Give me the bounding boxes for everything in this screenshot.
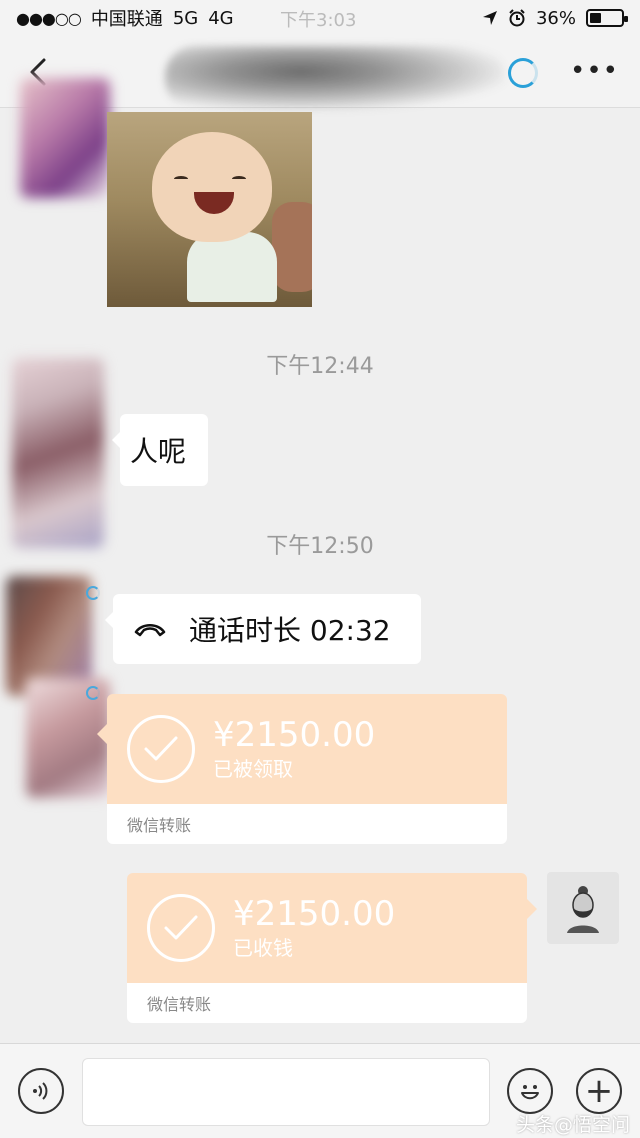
transfer-info: ¥2150.00 已收钱 [233,894,395,962]
sticker-face [152,132,272,242]
plus-icon: + [584,1071,614,1111]
voice-input-button[interactable] [18,1068,64,1114]
timestamp: 下午12:50 [266,534,374,559]
alarm-icon [509,9,525,27]
transfer-info: ¥2150.00 已被领取 [213,715,375,783]
transfer-card-header: ¥2150.00 已收钱 [127,873,537,983]
more-button[interactable]: ••• [570,56,618,86]
location-icon [482,11,497,25]
watermark: 头条@悟空问答 [516,1114,631,1136]
network-4g: 4G [208,7,234,29]
check-icon [127,715,195,783]
chat-area[interactable]: 下午12:44 人呢 下午12:50 通话时长 02:32 ¥2150.00 已… [0,78,640,1043]
contact-avatar[interactable] [12,358,104,548]
emoji-button[interactable] [507,1068,553,1114]
voice-call-bubble[interactable]: 通话时长 02:32 [105,594,421,664]
transfer-amount: ¥2150.00 [233,894,396,934]
signal-strength: ●●●○○ [16,8,82,28]
status-time: 下午3:03 [280,10,357,31]
status-dot-icon [86,686,100,700]
transfer-amount: ¥2150.00 [213,715,376,755]
loading-spinner-icon [508,58,538,88]
call-duration-text: 通话时长 02:32 [189,614,391,647]
sticker-eye-right [232,176,246,182]
chat-screen: ●●●○○ 中国联通 5G 4G 下午3:03 36% ••• 下午12:44 … [0,0,640,1138]
man-portrait-icon [567,886,599,933]
transfer-card-header: ¥2150.00 已被领取 [107,694,507,804]
transfer-label: 微信转账 [107,804,507,844]
transfer-status: 已被领取 [213,757,293,781]
transfer-card-received[interactable]: ¥2150.00 已被领取 微信转账 [97,694,507,844]
status-bar: ●●●○○ 中国联通 5G 4G 下午3:03 36% [0,0,640,36]
battery-percent: 36% [535,7,576,29]
self-avatar[interactable] [547,872,619,944]
chat-title-obscured [165,46,505,110]
battery-fill [590,13,601,23]
message-input[interactable] [82,1058,490,1126]
status-dot-icon [86,586,100,600]
message-bubble[interactable]: 人呢 [111,414,209,486]
carrier-name: 中国联通 [90,9,163,30]
check-icon [147,894,215,962]
add-button[interactable]: + [576,1068,622,1114]
status-right: 36% [482,7,628,29]
contact-avatar[interactable] [20,78,110,198]
sticker-mouth [194,192,234,214]
sticker-body [187,232,277,302]
battery-icon [586,9,628,27]
transfer-card-sent[interactable]: ¥2150.00 已收钱 微信转账 [127,873,537,1023]
phone-hangup-icon [133,619,167,639]
sticker-bag [272,202,312,292]
transfer-label: 微信转账 [127,983,527,1023]
sticker-image[interactable] [107,112,312,307]
voice-icon [33,1082,48,1100]
message-text: 人呢 [130,435,187,468]
transfer-status: 已收钱 [233,936,293,960]
smiley-icon [521,1085,539,1100]
status-left: ●●●○○ 中国联通 5G 4G [16,5,234,31]
sticker-eye-left [174,176,188,182]
network-5g: 5G [172,7,199,29]
